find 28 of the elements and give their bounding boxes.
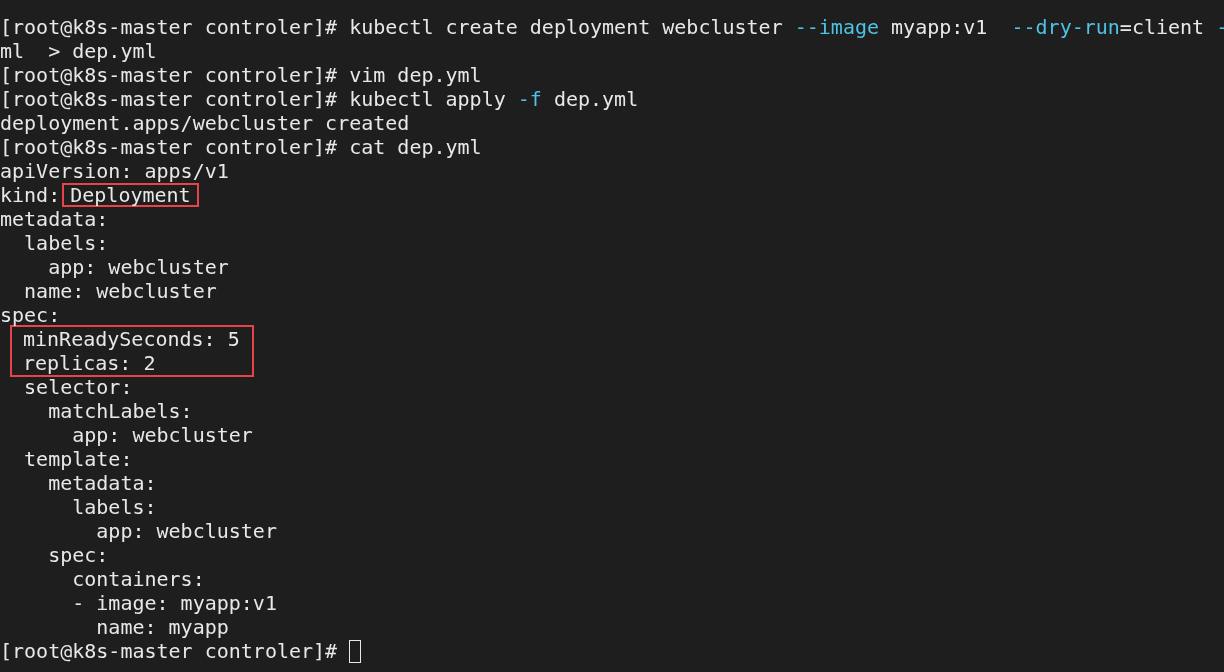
terminal-line: metadata: [0,207,110,231]
terminal-line: [root@k8s-master controler]# kubectl create deployment webcluster --image myapp:v1 --dry-run=client - [0,15,1224,39]
terminal-line: deployment.apps/webcluster created [0,111,411,135]
terminal-line: spec: [47,543,110,567]
terminal-line: app: webcluster [47,255,230,279]
terminal-line: name: webcluster [23,279,218,303]
terminal-line: ml > dep.yml [0,39,158,63]
terminal-line: matchLabels: [47,399,194,423]
terminal-line: app: webcluster [95,519,278,543]
terminal-line: app: webcluster [71,423,254,447]
terminal-line: replicas: 2 [23,351,157,375]
terminal-line: metadata: [47,471,158,495]
terminal-line: labels: [71,495,158,519]
terminal-text: [root@k8s-master controler]# [0,639,339,663]
terminal-line: spec: [0,303,62,327]
terminal-text: kind: [0,183,61,207]
terminal-line: containers: [71,567,206,591]
terminal-line: [root@k8s-master controler]# kubectl apply -f dep.yml [0,87,640,111]
terminal-line: apiVersion: apps/v1 [0,159,230,183]
terminal-line: template: [23,447,134,471]
highlight-box: Deployment [62,183,199,207]
terminal-line: minReadySeconds: 5 [23,327,241,351]
terminal-line: selector: [23,375,134,399]
terminal-line: name: myapp [95,615,230,639]
terminal-line: labels: [23,231,110,255]
terminal-line: [root@k8s-master controler]# vim dep.yml [0,63,483,87]
terminal-line: - image: myapp:v1 [71,591,278,615]
terminal-line: [root@k8s-master controler]# cat dep.yml [0,135,483,159]
